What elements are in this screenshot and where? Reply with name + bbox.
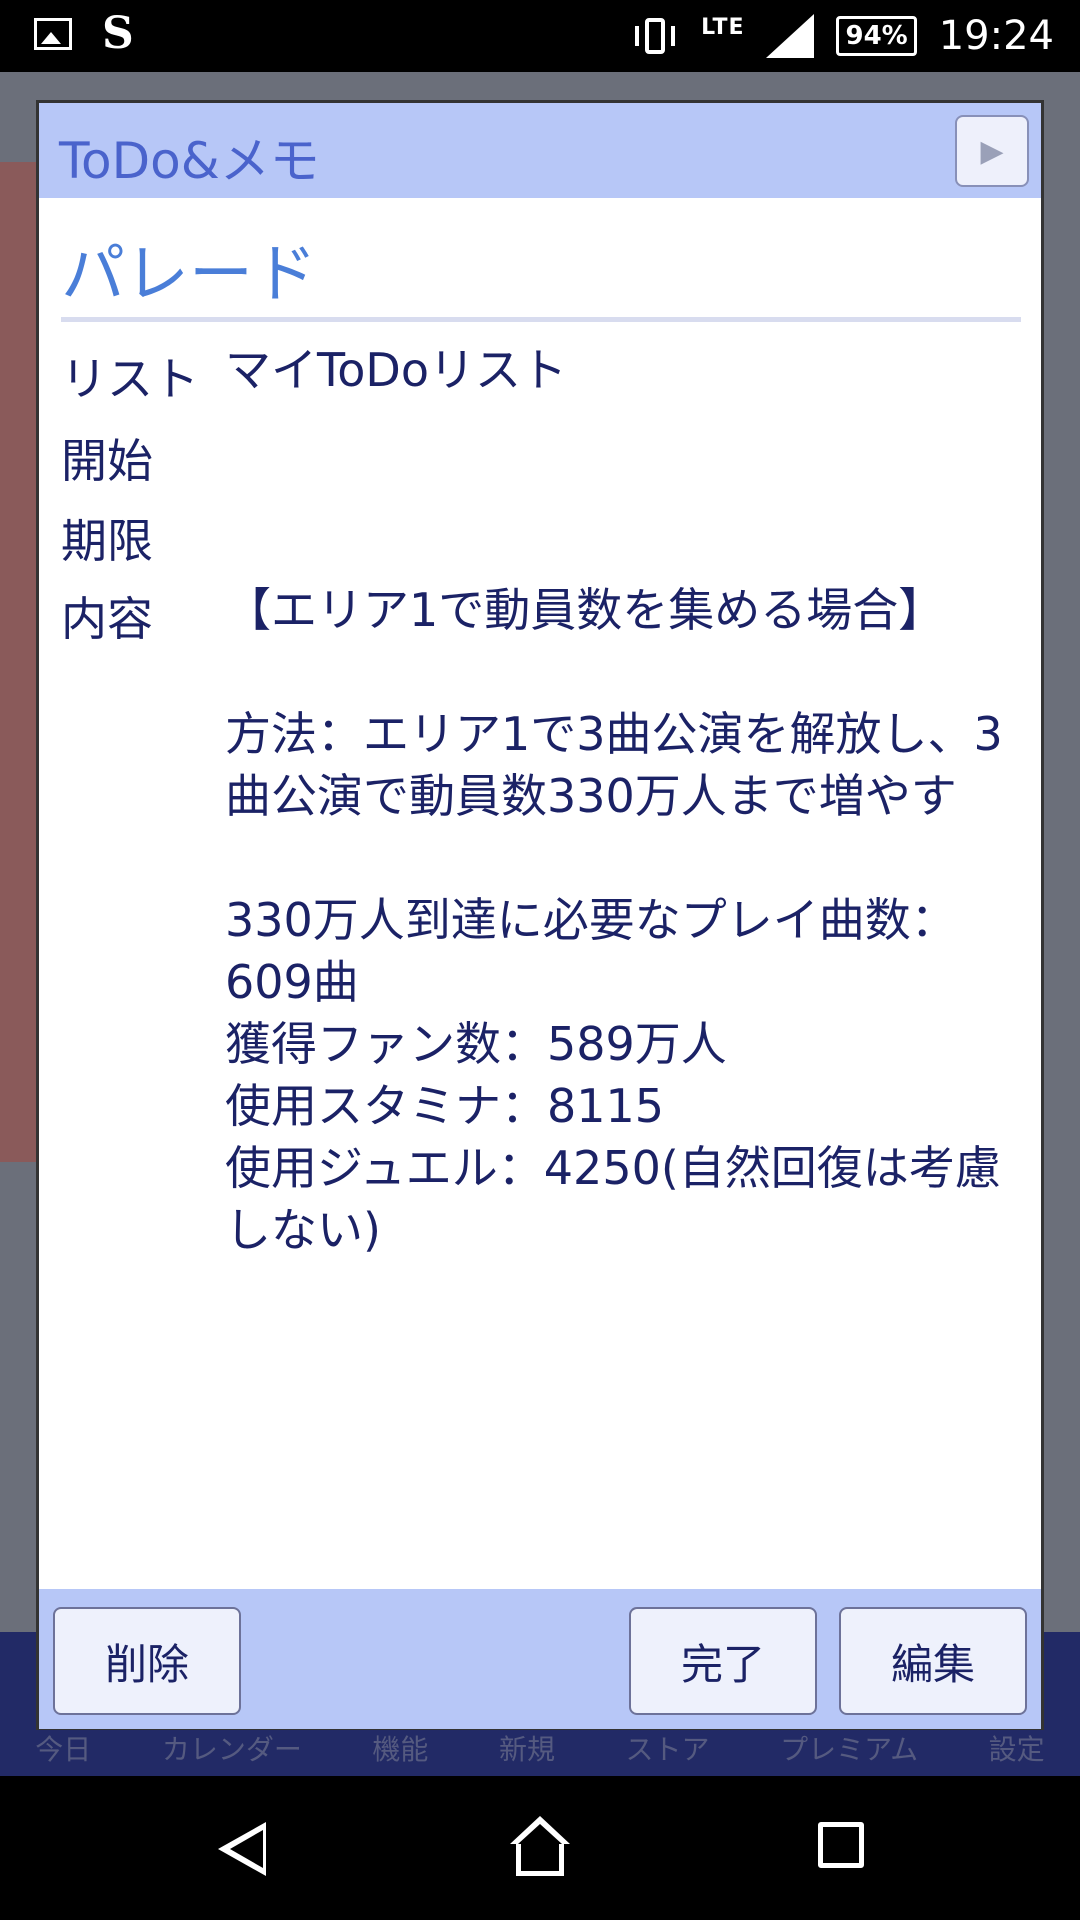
dialog-header: ToDo&メモ ▶: [39, 103, 1041, 198]
tab-features: 機能: [372, 1733, 429, 1766]
next-button[interactable]: ▶: [955, 115, 1029, 187]
battery-icon: 94%: [836, 16, 917, 56]
tab-new: 新規: [498, 1733, 555, 1766]
content-label: 内容: [61, 592, 153, 646]
signal-icon: [766, 14, 815, 58]
delete-button[interactable]: 削除: [53, 1607, 241, 1715]
status-bar: S LTE 94% 19:24: [0, 0, 1080, 72]
complete-button[interactable]: 完了: [629, 1607, 817, 1715]
content-value: 【エリア1で動員数を集める場合】 方法：エリア1で3曲公演を解放し、3曲公演で動…: [225, 583, 1003, 1257]
back-icon-inner: [230, 1830, 263, 1868]
tab-calendar: カレンダー: [161, 1733, 302, 1766]
tab-today: 今日: [35, 1733, 92, 1766]
title-divider: [61, 317, 1021, 322]
network-type: LTE: [701, 14, 745, 40]
item-title: パレード: [61, 238, 317, 312]
list-label: リスト: [61, 352, 199, 406]
tab-store: ストア: [625, 1733, 710, 1766]
clock: 19:24: [938, 13, 1054, 59]
gallery-icon: [34, 18, 72, 50]
battery-level: 94%: [845, 21, 908, 51]
s-app-icon: S: [102, 8, 134, 59]
navigation-bar: [0, 1776, 1080, 1920]
tab-settings: 設定: [988, 1733, 1045, 1766]
tab-premium: プレミアム: [780, 1733, 919, 1766]
start-label: 開始: [61, 434, 153, 488]
list-value: マイToDoリスト: [225, 343, 567, 397]
dialog-footer: 削除 完了 編集: [39, 1589, 1041, 1729]
recent-apps-icon[interactable]: [818, 1822, 864, 1868]
dialog-title: ToDo&メモ: [59, 132, 320, 190]
edit-button[interactable]: 編集: [839, 1607, 1027, 1715]
play-arrow-icon: ▶: [980, 133, 1004, 169]
due-label: 期限: [61, 514, 153, 568]
vibrate-icon: [631, 16, 679, 56]
todo-detail-dialog: ToDo&メモ ▶ パレード リスト マイToDoリスト 開始 期限 内容 【エ…: [36, 100, 1044, 1730]
home-icon[interactable]: [510, 1816, 570, 1876]
